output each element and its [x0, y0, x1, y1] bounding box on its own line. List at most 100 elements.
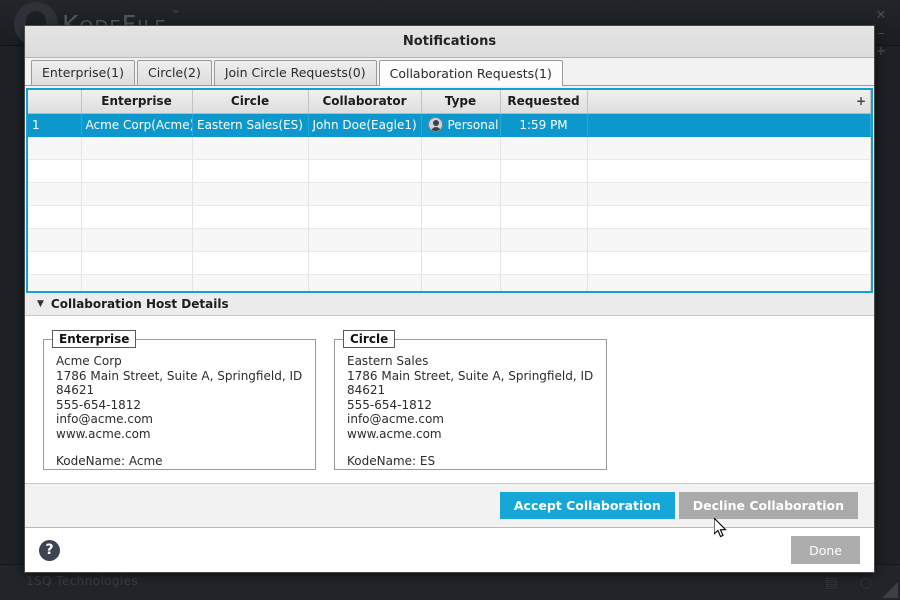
collaboration-requests-table: Enterprise Circle Collaborator Type Requeste…: [28, 90, 871, 291]
chevron-down-icon[interactable]: ▼: [37, 299, 44, 309]
cell-enterprise: Acme Corp(Acme): [81, 113, 193, 137]
cell-empty: [587, 274, 871, 291]
cell-empty: [421, 182, 501, 206]
cell-empty: [192, 136, 309, 160]
cell-empty: [500, 228, 588, 252]
cell-collaborator: John Doe(Eagle1): [308, 113, 422, 137]
table-row-empty[interactable]: [28, 274, 871, 291]
cell-type: Personal: [421, 113, 501, 137]
table-header-row: Enterprise Circle Collaborator Type Requeste…: [28, 90, 871, 114]
add-column-icon[interactable]: +: [856, 95, 866, 107]
column-header-3[interactable]: Collaborator: [308, 90, 422, 114]
detail-line: www.acme.com: [347, 426, 442, 441]
cell-empty: [192, 159, 309, 183]
cell-empty: [308, 205, 422, 229]
cell-empty: [28, 228, 82, 252]
cell-empty: [81, 182, 193, 206]
decline-collaboration-button[interactable]: Decline Collaboration: [678, 492, 858, 519]
tab-3[interactable]: Collaboration Requests(1): [378, 60, 563, 86]
cell-empty: [587, 159, 871, 183]
cell-empty: [587, 228, 871, 252]
tab-1[interactable]: Circle(2): [137, 60, 212, 85]
cell-empty: [192, 251, 309, 275]
line-spacer: [347, 441, 596, 454]
line-spacer: [56, 441, 305, 454]
cell-empty: [81, 274, 193, 291]
cell-empty: [308, 159, 422, 183]
cell-empty: [587, 251, 871, 275]
company-name-label: 1SQ Technologies: [26, 574, 138, 588]
table-row[interactable]: 1 Acme Corp(Acme) Eastern Sales(ES) John Do…: [28, 113, 871, 137]
cell-empty: [587, 182, 871, 206]
circle-icon[interactable]: ○: [860, 575, 872, 591]
done-button[interactable]: Done: [791, 536, 860, 564]
detail-line: Eastern Sales: [347, 354, 429, 368]
detail-line: info@acme.com: [56, 412, 153, 426]
dialog-titlebar: Notifications: [25, 26, 874, 58]
detail-line: KodeName: ES: [347, 454, 436, 468]
detail-line: 555-654-1812: [56, 397, 142, 412]
cell-empty: [500, 274, 588, 291]
cell-empty: [192, 228, 309, 252]
detail-line: www.acme.com: [56, 426, 151, 441]
cell-empty: [28, 205, 82, 229]
trademark-symbol: ™: [170, 10, 180, 20]
table-row-empty[interactable]: [28, 228, 871, 252]
details-panel-circle: Circle Eastern Sales 1786 Main Street, Sui…: [334, 330, 607, 470]
column-header-4[interactable]: Type: [421, 90, 501, 114]
cell-empty: [587, 136, 871, 160]
column-header-2[interactable]: Circle: [192, 90, 309, 114]
cell-empty: [500, 159, 588, 183]
dialog-footer: ? Done: [25, 528, 874, 572]
resize-grip[interactable]: [882, 582, 898, 598]
column-header-0[interactable]: [28, 90, 82, 114]
cell-empty: [192, 205, 309, 229]
cell-empty: [587, 205, 871, 229]
requests-table-container: Enterprise Circle Collaborator Type Requeste…: [26, 88, 873, 293]
document-icon[interactable]: ▤: [825, 575, 838, 591]
table-row-empty[interactable]: [28, 182, 871, 206]
tab-bar: Enterprise(1) Circle(2) Join Circle Reques…: [25, 58, 874, 86]
help-icon[interactable]: ?: [39, 539, 60, 561]
cell-empty: [81, 205, 193, 229]
dialog-title: Notifications: [402, 34, 497, 49]
table-row-empty[interactable]: [28, 205, 871, 229]
panel-legend: Circle: [343, 330, 396, 348]
table-body: 1 Acme Corp(Acme) Eastern Sales(ES) John Do…: [28, 113, 871, 291]
cell-empty: [421, 228, 501, 252]
cell-circle: Eastern Sales(ES): [192, 113, 309, 137]
details-section-header[interactable]: ▼ Collaboration Host Details: [25, 293, 874, 316]
cell-empty: [28, 182, 82, 206]
cell-empty: [308, 182, 422, 206]
personal-avatar-icon: [427, 117, 443, 132]
panel-lines: Acme Corp 1786 Main Street, Suite A, Spri…: [44, 348, 315, 469]
column-header-1[interactable]: Enterprise: [81, 90, 193, 114]
collaboration-host-details-section: ▼ Collaboration Host Details Enterprise A…: [25, 293, 874, 484]
column-header-6[interactable]: +: [587, 90, 871, 114]
cell-empty: [28, 274, 82, 291]
column-header-5[interactable]: Requested: [500, 90, 588, 114]
cell-row-number: 1: [28, 113, 82, 137]
detail-line: Acme Corp: [56, 354, 122, 368]
cell-empty: [28, 251, 82, 275]
tab-0[interactable]: Enterprise(1): [31, 60, 136, 85]
table-row-empty[interactable]: [28, 251, 871, 275]
details-panel-enterprise: Enterprise Acme Corp 1786 Main Street, Sui…: [43, 330, 316, 470]
cell-empty: [421, 159, 501, 183]
cell-empty: [81, 136, 193, 160]
table-row-empty[interactable]: [28, 136, 871, 160]
cell-empty: [421, 205, 501, 229]
accept-collaboration-button[interactable]: Accept Collaboration: [499, 492, 675, 519]
cell-empty: [308, 228, 422, 252]
table-row-empty[interactable]: [28, 159, 871, 183]
cell-empty: [192, 274, 309, 291]
cell-empty: [500, 182, 588, 206]
tab-2[interactable]: Join Circle Requests(0): [213, 60, 377, 85]
details-panels: Enterprise Acme Corp 1786 Main Street, Sui…: [25, 316, 874, 484]
close-icon[interactable]: ✕: [870, 6, 892, 26]
cell-empty: [28, 159, 82, 183]
panel-legend: Enterprise: [52, 330, 137, 348]
detail-line: 1786 Main Street, Suite A, Springfield, …: [347, 368, 594, 398]
panel-lines: Eastern Sales 1786 Main Street, Suite A, …: [335, 348, 606, 469]
cell-empty: [81, 228, 193, 252]
